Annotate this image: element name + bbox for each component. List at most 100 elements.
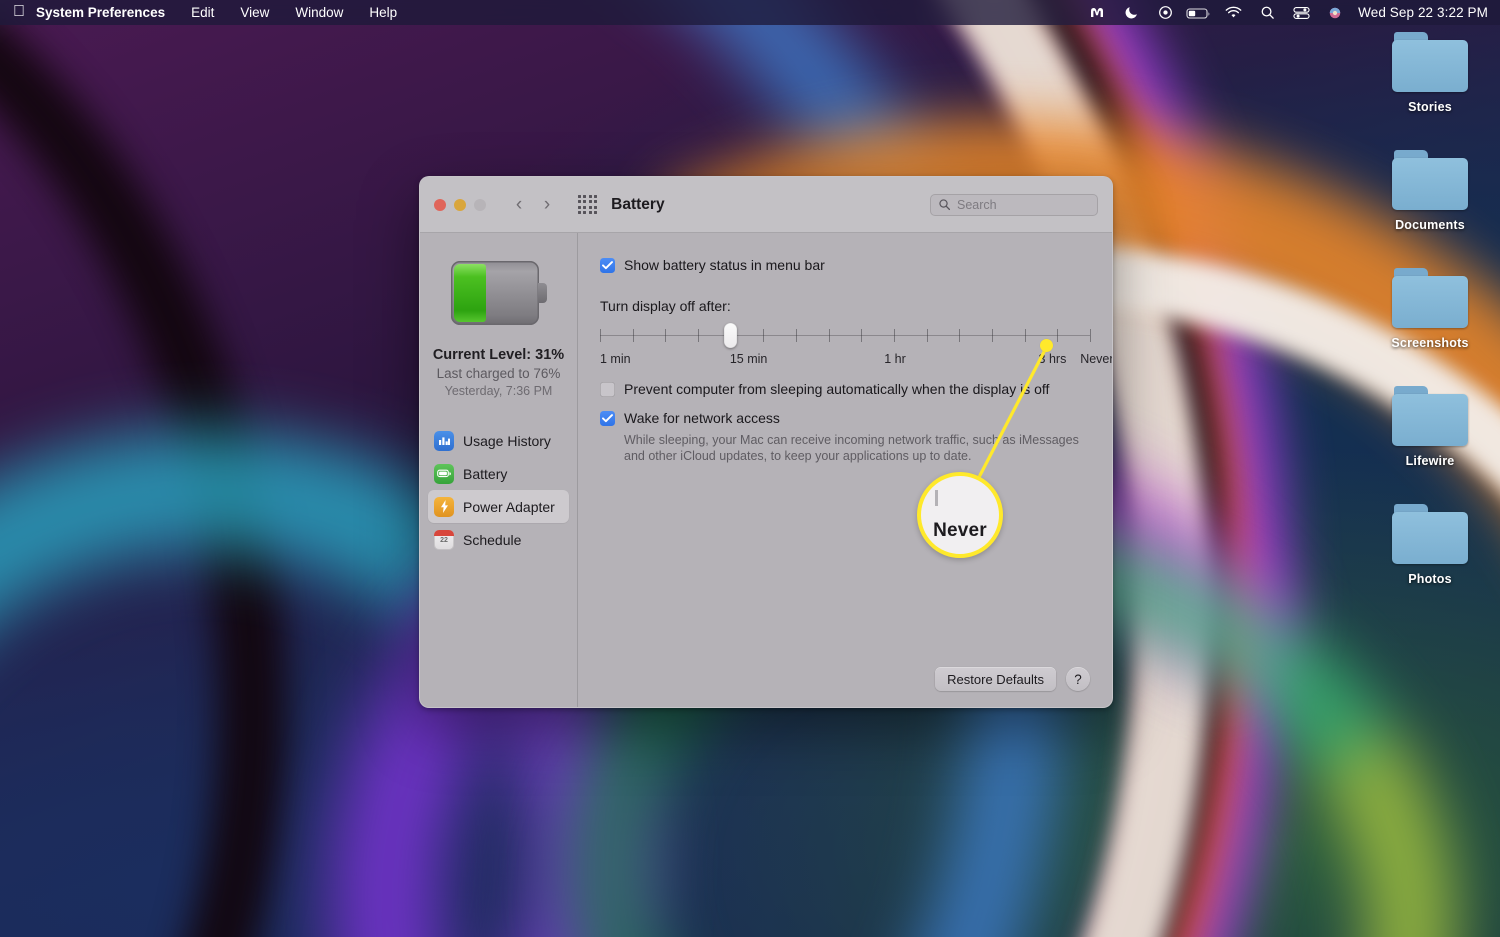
show-battery-status-row[interactable]: Show battery status in menu bar [600, 257, 1090, 274]
menu-item-edit[interactable]: Edit [178, 0, 227, 25]
menu-bar-clock[interactable]: Wed Sep 22 3:22 PM [1352, 5, 1488, 20]
malwarebytes-icon[interactable] [1080, 0, 1114, 25]
nav-buttons: ‹ › [512, 195, 554, 214]
back-chevron-icon[interactable]: ‹ [512, 195, 526, 214]
wake-network-row[interactable]: Wake for network access [600, 410, 1090, 427]
folder-label: Documents [1374, 218, 1486, 232]
search-input[interactable]: Search [930, 194, 1098, 216]
search-placeholder: Search [957, 198, 997, 212]
sidebar-item-label: Battery [463, 466, 507, 482]
slider-tick [894, 329, 895, 342]
wake-network-help-text: While sleeping, your Mac can receive inc… [624, 432, 1084, 464]
power-adapter-bolt-icon [434, 497, 454, 517]
slider-label: 3 hrs [1039, 352, 1067, 366]
menu-item-view[interactable]: View [227, 0, 282, 25]
menu-item-help[interactable]: Help [356, 0, 410, 25]
desktop-folder-lifewire[interactable]: Lifewire [1374, 386, 1486, 468]
search-icon [938, 198, 951, 211]
current-level-text: Current Level: 31% [426, 347, 571, 363]
prevent-sleep-label: Prevent computer from sleeping automatic… [624, 381, 1049, 398]
restore-defaults-button[interactable]: Restore Defaults [935, 667, 1056, 691]
slider-label: 1 min [600, 352, 631, 366]
folder-icon [1392, 32, 1468, 94]
forward-chevron-icon[interactable]: › [540, 195, 554, 214]
sidebar-list: Usage History Battery Power Adapter [420, 424, 577, 556]
control-center-icon[interactable] [1284, 0, 1318, 25]
sidebar-item-power-adapter[interactable]: Power Adapter [428, 490, 569, 523]
slider-tick [1090, 329, 1091, 342]
battery-icon[interactable] [1182, 0, 1216, 25]
slider-label: 1 hr [884, 352, 906, 366]
folder-label: Screenshots [1374, 336, 1486, 350]
folder-icon [1392, 150, 1468, 212]
folder-label: Photos [1374, 572, 1486, 586]
sidebar: Current Level: 31% Last charged to 76% Y… [420, 233, 578, 708]
wake-network-label: Wake for network access [624, 410, 780, 427]
slider-tick [698, 329, 699, 342]
battery-icon [434, 464, 454, 484]
slider-tick [959, 329, 960, 342]
window-body: Current Level: 31% Last charged to 76% Y… [420, 233, 1112, 708]
preferences-pane: Show battery status in menu bar Turn dis… [578, 233, 1112, 708]
apple-logo-icon[interactable]:  [14, 4, 30, 22]
prevent-sleep-checkbox[interactable] [600, 382, 615, 397]
slider-tick [633, 329, 634, 342]
slider-ticks [600, 329, 1090, 342]
slider-tick [796, 329, 797, 342]
slider-tick-labels: 1 min15 min1 hr3 hrsNever [600, 352, 1090, 370]
slider-tick [861, 329, 862, 342]
spotlight-search-icon[interactable] [1250, 0, 1284, 25]
zoom-button [474, 199, 486, 211]
last-charged-time-text: Yesterday, 7:36 PM [426, 384, 571, 398]
slider-tick [927, 329, 928, 342]
desktop-folder-stories[interactable]: Stories [1374, 32, 1486, 114]
last-charged-text: Last charged to 76% [426, 366, 571, 381]
desktop-folder-photos[interactable]: Photos [1374, 504, 1486, 586]
wifi-icon[interactable] [1216, 0, 1250, 25]
slider-label: 15 min [730, 352, 768, 366]
menu-item-system-preferences[interactable]: System Preferences [30, 0, 178, 25]
sidebar-item-usage-history[interactable]: Usage History [428, 424, 569, 457]
close-button[interactable] [434, 199, 446, 211]
desktop-folder-column: Stories Documents Screenshots Lifewire P… [1374, 32, 1486, 622]
show-all-preferences-icon[interactable] [578, 195, 597, 214]
desktop-folder-screenshots[interactable]: Screenshots [1374, 268, 1486, 350]
slider-tick [665, 329, 666, 342]
system-preferences-window: ‹ › Battery Search Current Level: 31% [419, 176, 1113, 708]
sidebar-item-label: Power Adapter [463, 499, 555, 515]
slider-tick [829, 329, 830, 342]
help-button[interactable]: ? [1066, 667, 1090, 691]
window-titlebar: ‹ › Battery Search [420, 177, 1112, 233]
sidebar-item-label: Schedule [463, 532, 521, 548]
folder-label: Lifewire [1374, 454, 1486, 468]
wake-network-checkbox[interactable] [600, 411, 615, 426]
prevent-sleep-row[interactable]: Prevent computer from sleeping automatic… [600, 381, 1090, 398]
menu-bar:  System Preferences Edit View Window He… [0, 0, 1500, 25]
desktop-folder-documents[interactable]: Documents [1374, 150, 1486, 232]
do-not-disturb-moon-icon[interactable] [1114, 0, 1148, 25]
slider-thumb[interactable] [724, 323, 737, 348]
usage-history-icon [434, 431, 454, 451]
battery-stats: Current Level: 31% Last charged to 76% Y… [420, 347, 577, 398]
slider-tick [1057, 329, 1058, 342]
user-avatar-icon[interactable] [1318, 0, 1352, 25]
slider-tick [992, 329, 993, 342]
battery-level-graphic [451, 261, 547, 325]
sidebar-item-schedule[interactable]: 22 Schedule [428, 523, 569, 556]
folder-icon [1392, 386, 1468, 448]
display-sleep-slider[interactable]: 1 min15 min1 hr3 hrsNever [600, 325, 1090, 369]
minimize-button[interactable] [454, 199, 466, 211]
folder-label: Stories [1374, 100, 1486, 114]
menu-item-window[interactable]: Window [282, 0, 356, 25]
sidebar-item-battery[interactable]: Battery [428, 457, 569, 490]
page-title: Battery [611, 196, 664, 214]
desktop-screen:  System Preferences Edit View Window He… [0, 0, 1500, 937]
record-circle-icon[interactable] [1148, 0, 1182, 25]
traffic-lights [434, 199, 486, 211]
sleep-options: Prevent computer from sleeping automatic… [600, 381, 1090, 464]
folder-icon [1392, 268, 1468, 330]
show-battery-status-checkbox[interactable] [600, 258, 615, 273]
pane-footer: Restore Defaults ? [935, 667, 1090, 691]
show-battery-status-label: Show battery status in menu bar [624, 257, 825, 274]
sidebar-item-label: Usage History [463, 433, 551, 449]
